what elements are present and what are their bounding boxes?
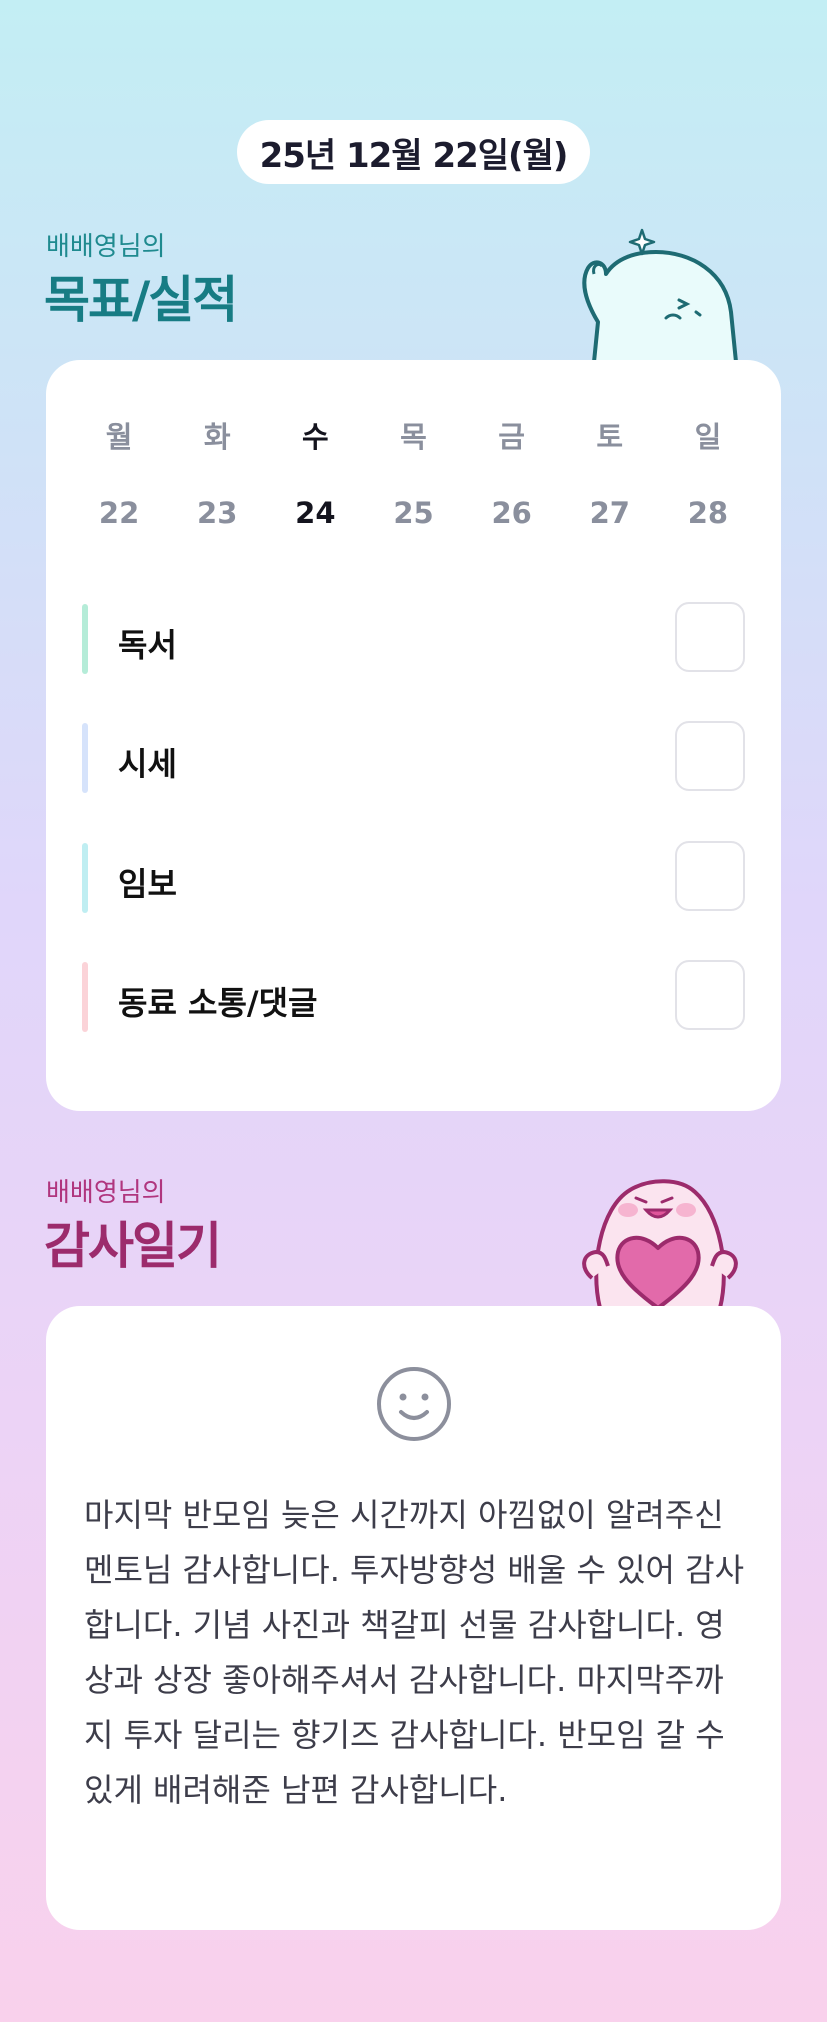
weekday-fri: 금	[498, 420, 525, 454]
gratitude-section-title: 감사일기	[44, 1217, 222, 1275]
date-27[interactable]: 27	[561, 496, 659, 530]
goal-item-site-visit: 임보	[82, 841, 745, 915]
weekday-mon: 월	[105, 420, 133, 454]
teal-mascot-illustration	[582, 228, 738, 362]
date-26[interactable]: 26	[463, 496, 561, 530]
goal-item-label: 시세	[118, 745, 177, 783]
weekday-sat: 토	[596, 420, 624, 454]
weekday-tue: 화	[203, 420, 231, 454]
pink-mascot-heart-illustration	[582, 1179, 738, 1308]
weekday-wed: 수	[302, 420, 329, 454]
smile-face-icon[interactable]	[376, 1366, 452, 1442]
goal-checkbox[interactable]	[675, 721, 745, 791]
goal-color-bar	[82, 962, 88, 1032]
goal-checkbox[interactable]	[675, 841, 745, 911]
goal-color-bar	[82, 723, 88, 793]
goal-item-label: 임보	[118, 865, 177, 903]
weekday-sun: 일	[694, 420, 722, 454]
goal-item-peer-comments: 동료 소통/댓글	[82, 960, 745, 1034]
date-22[interactable]: 22	[70, 496, 168, 530]
date-23[interactable]: 23	[168, 496, 266, 530]
goal-item-label: 동료 소통/댓글	[118, 984, 318, 1022]
gratitude-owner-label: 배배영님의	[46, 1178, 166, 1208]
weekday-thu: 목	[400, 420, 427, 454]
goal-owner-label: 배배영님의	[46, 232, 166, 262]
goal-item-reading: 독서	[82, 602, 745, 676]
gratitude-text: 마지막 반모임 늦은 시간까지 아낌없이 알려주신 멘토님 감사합니다. 투자방…	[84, 1496, 745, 1809]
date-24[interactable]: 24	[266, 496, 364, 530]
date-25[interactable]: 25	[364, 496, 462, 530]
goal-color-bar	[82, 604, 88, 674]
date-28[interactable]: 28	[659, 496, 757, 530]
goal-item-market-price: 시세	[82, 721, 745, 795]
goal-checkbox[interactable]	[675, 960, 745, 1030]
goal-card: 월 화 수 목 금 토 일 22 23 24 25 26 27 28 독서 시세…	[46, 360, 781, 1111]
goal-checkbox[interactable]	[675, 602, 745, 672]
goal-section-title: 목표/실적	[44, 271, 238, 329]
date-label: 25년 12월 22일(월)	[259, 135, 569, 176]
goal-color-bar	[82, 843, 88, 913]
weekday-row: 월 화 수 목 금 토 일	[70, 414, 757, 456]
date-pill[interactable]: 25년 12월 22일(월)	[237, 120, 590, 184]
goal-item-label: 독서	[118, 626, 177, 664]
date-row: 22 23 24 25 26 27 28	[70, 496, 757, 530]
gratitude-card: 마지막 반모임 늦은 시간까지 아낌없이 알려주신 멘토님 감사합니다. 투자방…	[46, 1306, 781, 1930]
